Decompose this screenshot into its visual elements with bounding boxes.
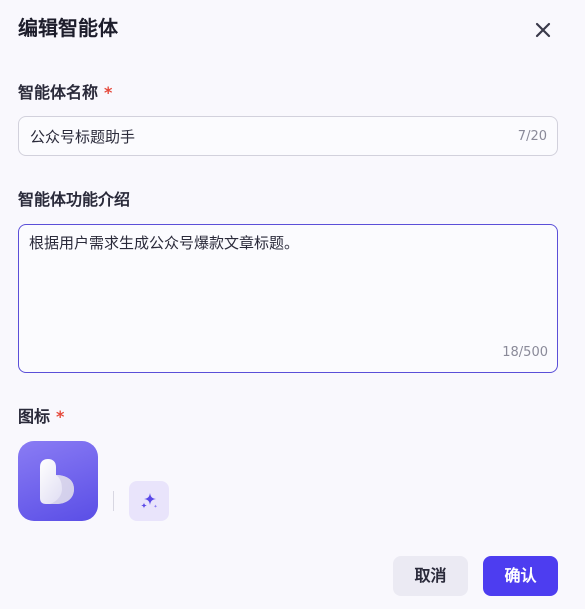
icon-label: 图标 (18, 407, 51, 426)
confirm-button[interactable]: 确认 (483, 556, 558, 596)
sparkle-icon (141, 493, 158, 509)
close-icon (535, 22, 551, 38)
icon-divider (113, 491, 114, 511)
name-label: 智能体名称 (18, 83, 99, 102)
icon-label-row: 图标 * (18, 406, 64, 428)
name-char-counter: 7/20 (517, 129, 547, 144)
generate-icon-button[interactable] (129, 481, 169, 521)
required-mark: * (104, 83, 113, 102)
close-button[interactable] (531, 18, 555, 42)
cancel-button[interactable]: 取消 (393, 556, 468, 596)
b-logo-icon (40, 459, 74, 504)
edit-agent-dialog: 编辑智能体 智能体名称 * 公众号标题助手 7/20 智能体功能介绍 根据用户需求… (0, 0, 585, 609)
description-char-counter: 18/500 (502, 345, 548, 360)
dialog-title: 编辑智能体 (18, 16, 118, 40)
description-label: 智能体功能介绍 (18, 190, 131, 209)
name-label-row: 智能体名称 * (18, 82, 112, 104)
agent-icon-preview[interactable] (18, 441, 98, 521)
agent-name-input[interactable]: 公众号标题助手 7/20 (18, 116, 558, 156)
agent-description-value: 根据用户需求生成公众号爆款文章标题。 (29, 234, 300, 252)
agent-description-textarea[interactable]: 根据用户需求生成公众号爆款文章标题。 18/500 (18, 224, 558, 373)
agent-name-value: 公众号标题助手 (30, 128, 136, 146)
required-mark: * (56, 407, 65, 426)
